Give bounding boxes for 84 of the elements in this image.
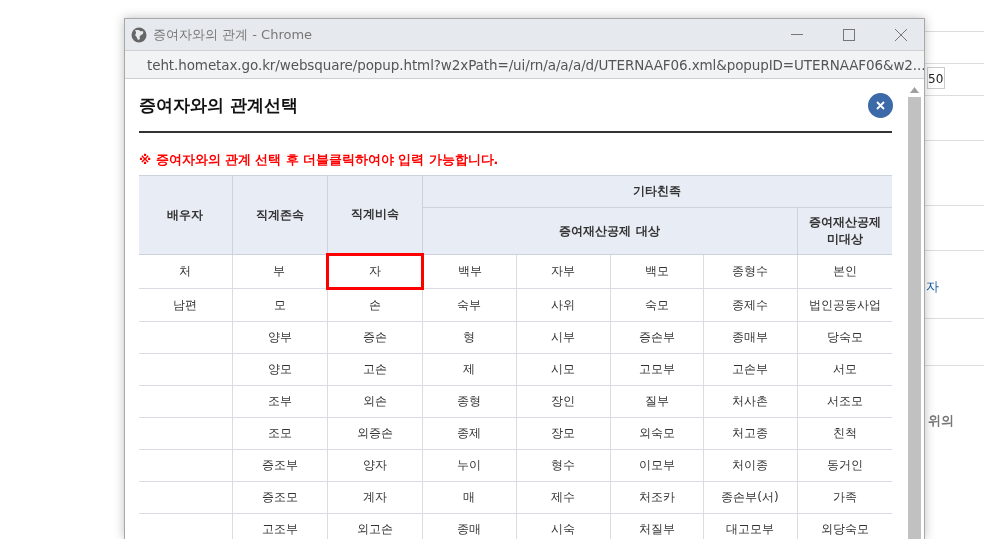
relation-cell[interactable]: 제 — [422, 353, 516, 386]
relation-cell[interactable]: 증조모 — [232, 481, 327, 514]
relation-cell[interactable]: 모 — [232, 288, 327, 322]
relation-cell[interactable]: 양부 — [232, 321, 327, 354]
relation-cell[interactable]: 종손부(서) — [703, 481, 797, 514]
relation-cell[interactable]: 증손 — [327, 321, 422, 354]
relation-cell[interactable]: 조부 — [232, 385, 327, 418]
notice-text: ※ 증여자와의 관계 선택 후 더블클릭하여야 입력 가능합니다. — [139, 152, 500, 169]
relation-cell[interactable]: 제수 — [516, 481, 610, 514]
relation-cell[interactable]: 대고모부 — [703, 513, 797, 539]
relation-cell[interactable]: 처조카 — [610, 481, 703, 514]
relation-cell[interactable]: 숙모 — [610, 288, 703, 322]
maximize-icon — [843, 28, 855, 41]
globe-icon — [131, 26, 147, 43]
relation-cell[interactable]: 형 — [422, 321, 516, 354]
relation-cell[interactable]: 양자 — [327, 449, 422, 482]
relation-cell[interactable]: 시숙 — [516, 513, 610, 539]
close-button[interactable] — [868, 92, 893, 118]
dialog-title: 증여자와의 관계선택 — [139, 93, 298, 117]
group-header: 기타친족 — [422, 175, 892, 208]
relation-cell[interactable]: 백모 — [610, 254, 703, 289]
relation-cell[interactable]: 자 — [327, 254, 422, 289]
relation-cell[interactable]: 동거인 — [797, 449, 892, 482]
relation-cell[interactable]: 종형수 — [703, 254, 797, 289]
relation-cell[interactable]: 사위 — [516, 288, 610, 322]
relation-cell[interactable]: 종매 — [422, 513, 516, 539]
relation-cell[interactable]: 백부 — [422, 254, 516, 289]
close-icon — [895, 28, 907, 41]
relation-cell[interactable]: 가족 — [797, 481, 892, 514]
minimize-icon — [791, 34, 803, 35]
relation-cell[interactable]: 고모부 — [610, 353, 703, 386]
relation-cell[interactable]: 법인공동사업 — [797, 288, 892, 322]
input-field[interactable]: 50 — [927, 67, 945, 89]
relation-cell[interactable]: 처고종 — [703, 417, 797, 450]
relation-cell[interactable]: 종제수 — [703, 288, 797, 322]
relation-cell[interactable]: 외고손 — [327, 513, 422, 539]
relation-cell[interactable]: 자부 — [516, 254, 610, 289]
relation-cell[interactable]: 고조부 — [232, 513, 327, 539]
relation-cell[interactable]: 시부 — [516, 321, 610, 354]
relation-cell[interactable]: 증조부 — [232, 449, 327, 482]
relation-cell[interactable]: 서조모 — [797, 385, 892, 418]
scroll-up-icon[interactable] — [909, 87, 919, 93]
relation-cell[interactable]: 질부 — [610, 385, 703, 418]
relation-cell[interactable]: 고손부 — [703, 353, 797, 386]
column-header: 직계존속 — [232, 175, 327, 255]
relation-cell[interactable]: 처이종 — [703, 449, 797, 482]
relation-cell[interactable]: 당숙모 — [797, 321, 892, 354]
relation-cell[interactable]: 처질부 — [610, 513, 703, 539]
relation-cell[interactable]: 친척 — [797, 417, 892, 450]
relation-cell[interactable]: 이모부 — [610, 449, 703, 482]
relation-cell[interactable]: 처사촌 — [703, 385, 797, 418]
relation-cell[interactable]: 고손 — [327, 353, 422, 386]
link-text[interactable]: 자 — [926, 278, 939, 296]
relation-cell[interactable]: 종매부 — [703, 321, 797, 354]
relation-cell[interactable]: 부 — [232, 254, 327, 289]
column-header: 증여재산공제 미대상 — [797, 207, 892, 255]
relation-cell[interactable]: 처 — [139, 254, 232, 289]
relation-cell[interactable]: 장인 — [516, 385, 610, 418]
column-header: 배우자 — [139, 175, 232, 255]
relation-cell[interactable]: 손 — [327, 288, 422, 322]
relation-cell[interactable]: 조모 — [232, 417, 327, 450]
relation-cell[interactable]: 남편 — [139, 288, 232, 322]
column-header: 증여재산공제 대상 — [422, 207, 797, 255]
column-header: 직계비속 — [327, 175, 422, 255]
relation-cell[interactable]: 종형 — [422, 385, 516, 418]
relation-cell[interactable]: 외당숙모 — [797, 513, 892, 539]
relation-cell[interactable]: 누이 — [422, 449, 516, 482]
relation-cell[interactable]: 종제 — [422, 417, 516, 450]
relation-cell[interactable]: 형수 — [516, 449, 610, 482]
relation-cell[interactable]: 계자 — [327, 481, 422, 514]
window-title: 증여자와의 관계 - Chrome — [153, 25, 314, 44]
label-text: 위의 — [928, 412, 954, 430]
relation-cell[interactable]: 외손 — [327, 385, 422, 418]
relation-cell[interactable]: 본인 — [797, 254, 892, 289]
relation-cell[interactable]: 서모 — [797, 353, 892, 386]
relation-cell[interactable]: 증손부 — [610, 321, 703, 354]
relation-cell[interactable]: 외숙모 — [610, 417, 703, 450]
relation-cell[interactable]: 시모 — [516, 353, 610, 386]
relation-cell[interactable]: 외증손 — [327, 417, 422, 450]
relation-cell[interactable]: 장모 — [516, 417, 610, 450]
relation-cell[interactable]: 숙부 — [422, 288, 516, 322]
relation-cell[interactable]: 매 — [422, 481, 516, 514]
close-icon — [876, 100, 885, 110]
relation-cell[interactable]: 양모 — [232, 353, 327, 386]
